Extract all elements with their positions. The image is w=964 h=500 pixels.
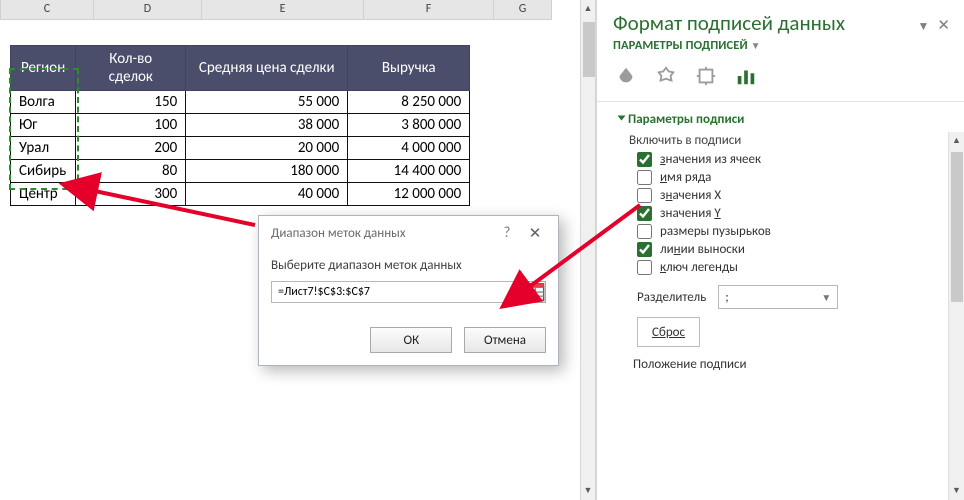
label-options-icon[interactable] bbox=[733, 63, 759, 89]
table-row[interactable]: Юг 100 38 000 3 800 000 bbox=[11, 114, 470, 137]
col-header[interactable]: G bbox=[494, 0, 552, 20]
separator-combo[interactable]: ;▼ bbox=[718, 285, 838, 309]
cell-avg[interactable]: 40 000 bbox=[186, 183, 348, 206]
cell-region[interactable]: Волга bbox=[11, 91, 76, 114]
table-row[interactable]: Центр 300 40 000 12 000 000 bbox=[11, 183, 470, 206]
range-selector-button[interactable] bbox=[522, 281, 546, 303]
scroll-down-icon[interactable]: ▼ bbox=[949, 482, 964, 500]
cell-region[interactable]: Юг bbox=[11, 114, 76, 137]
dialog-titlebar[interactable]: Диапазон меток данных ? ✕ bbox=[259, 216, 558, 250]
pane-scrollbar[interactable]: ▲ ▼ bbox=[948, 132, 964, 500]
pane-options-dropdown-icon[interactable]: ▼ bbox=[918, 19, 930, 34]
cell-deals[interactable]: 80 bbox=[76, 160, 186, 183]
spreadsheet-icon bbox=[523, 281, 545, 303]
th-avg[interactable]: Средняя цена сделки bbox=[186, 46, 348, 91]
cell-deals[interactable]: 100 bbox=[76, 114, 186, 137]
cell-rev[interactable]: 4 000 000 bbox=[348, 137, 470, 160]
scroll-down-icon[interactable]: ▼ bbox=[581, 482, 595, 500]
cell-region[interactable]: Сибирь bbox=[11, 160, 76, 183]
check-series-name[interactable]: имя ряда bbox=[637, 170, 948, 185]
checkbox[interactable] bbox=[637, 224, 652, 239]
col-header[interactable]: F bbox=[364, 0, 494, 20]
cell-region[interactable]: Урал bbox=[11, 137, 76, 160]
checkbox[interactable] bbox=[637, 188, 652, 203]
section-label-options[interactable]: Параметры подписи bbox=[619, 112, 948, 127]
table-row[interactable]: Урал 200 20 000 4 000 000 bbox=[11, 137, 470, 160]
data-table: Регион Кол-во сделок Средняя цена сделки… bbox=[10, 45, 470, 206]
reset-button[interactable]: Сброс bbox=[637, 317, 700, 347]
check-legend-key[interactable]: ключ легенды bbox=[637, 260, 948, 275]
th-rev[interactable]: Выручка bbox=[348, 46, 470, 91]
check-y-values[interactable]: значения Y bbox=[637, 206, 948, 221]
include-label: Включить в подписи bbox=[629, 133, 948, 148]
separator-label: Разделитель bbox=[637, 290, 706, 305]
table-row[interactable]: Сибирь 80 180 000 14 400 000 bbox=[11, 160, 470, 183]
cell-avg[interactable]: 55 000 bbox=[186, 91, 348, 114]
cell-deals[interactable]: 300 bbox=[76, 183, 186, 206]
effects-icon[interactable] bbox=[653, 63, 679, 89]
scroll-up-icon[interactable]: ▲ bbox=[581, 0, 595, 18]
cell-avg[interactable]: 180 000 bbox=[186, 160, 348, 183]
checkbox[interactable] bbox=[637, 152, 652, 167]
dialog-prompt: Выберите диапазон меток данных bbox=[271, 258, 546, 273]
ok-button[interactable]: ОК bbox=[370, 327, 452, 353]
pane-subtitle[interactable]: Параметры подписей bbox=[613, 38, 748, 53]
col-header[interactable]: C bbox=[0, 0, 94, 20]
sheet-scrollbar[interactable]: ▲ ▼ bbox=[580, 0, 596, 500]
scroll-up-icon[interactable]: ▲ bbox=[949, 132, 964, 150]
checkbox[interactable] bbox=[637, 260, 652, 275]
pane-title: Формат подписей данных bbox=[613, 10, 918, 36]
cell-region[interactable]: Центр bbox=[11, 183, 76, 206]
size-icon[interactable] bbox=[693, 63, 719, 89]
check-bubble-size[interactable]: размеры пузырьков bbox=[637, 224, 948, 239]
col-header[interactable]: E bbox=[202, 0, 364, 20]
cell-deals[interactable]: 150 bbox=[76, 91, 186, 114]
table-row[interactable]: Волга 150 55 000 8 250 000 bbox=[11, 91, 470, 114]
range-input[interactable] bbox=[271, 281, 516, 303]
label-position: Положение подписи bbox=[633, 357, 948, 372]
cell-deals[interactable]: 200 bbox=[76, 137, 186, 160]
cell-rev[interactable]: 3 800 000 bbox=[348, 114, 470, 137]
pane-tab-icons bbox=[597, 61, 964, 101]
scroll-thumb[interactable] bbox=[583, 22, 595, 77]
format-datalabels-pane: Формат подписей данных ▼ ✕ Параметры под… bbox=[596, 0, 964, 500]
cell-avg[interactable]: 20 000 bbox=[186, 137, 348, 160]
check-x-values[interactable]: значения X bbox=[637, 188, 948, 203]
close-icon[interactable]: ✕ bbox=[520, 224, 550, 243]
separator-row: Разделитель ;▼ bbox=[637, 285, 948, 309]
check-leader-lines[interactable]: линии выноски bbox=[637, 242, 948, 257]
check-values-from-cells[interactable]: значения из ячеек bbox=[637, 152, 948, 167]
col-header[interactable]: D bbox=[94, 0, 202, 20]
data-label-range-dialog: Диапазон меток данных ? ✕ Выберите диапа… bbox=[258, 215, 559, 366]
th-region[interactable]: Регион bbox=[11, 46, 76, 91]
column-header-row: C D E F G bbox=[0, 0, 590, 20]
cell-rev[interactable]: 12 000 000 bbox=[348, 183, 470, 206]
cell-rev[interactable]: 8 250 000 bbox=[348, 91, 470, 114]
pane-close-icon[interactable]: ✕ bbox=[937, 16, 950, 35]
cell-avg[interactable]: 38 000 bbox=[186, 114, 348, 137]
checkbox[interactable] bbox=[637, 242, 652, 257]
scroll-thumb[interactable] bbox=[951, 152, 963, 302]
checkbox[interactable] bbox=[637, 206, 652, 221]
cell-rev[interactable]: 14 400 000 bbox=[348, 160, 470, 183]
cancel-button[interactable]: Отмена bbox=[464, 327, 546, 353]
checkbox[interactable] bbox=[637, 170, 652, 185]
help-icon[interactable]: ? bbox=[494, 224, 520, 242]
dialog-title: Диапазон меток данных bbox=[271, 226, 494, 241]
fill-icon[interactable] bbox=[613, 63, 639, 89]
th-deals[interactable]: Кол-во сделок bbox=[76, 46, 186, 91]
